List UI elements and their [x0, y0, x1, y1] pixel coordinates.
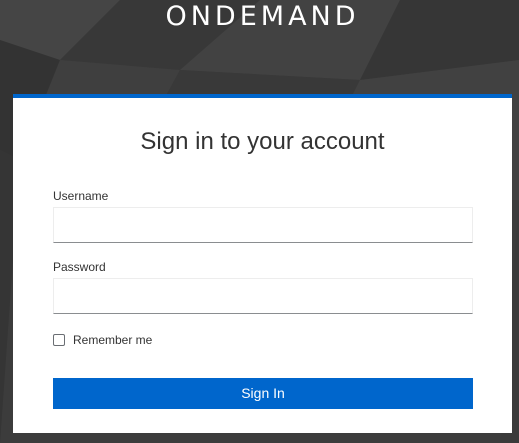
sign-in-button[interactable]: Sign In: [53, 378, 473, 409]
remember-me-checkbox[interactable]: [53, 334, 65, 346]
brand-title: ONDEMAND: [165, 1, 360, 32]
username-label: Username: [53, 189, 109, 203]
login-page: ONDEMAND Sign in to your account Usernam…: [0, 0, 519, 443]
login-card: Sign in to your account Username Passwor…: [13, 94, 512, 433]
remember-me-label[interactable]: Remember me: [73, 333, 152, 347]
remember-me-row[interactable]: Remember me: [53, 332, 152, 348]
password-input[interactable]: [53, 278, 473, 314]
username-input[interactable]: [53, 207, 473, 243]
page-title: Sign in to your account: [140, 128, 385, 155]
password-label: Password: [53, 260, 106, 274]
